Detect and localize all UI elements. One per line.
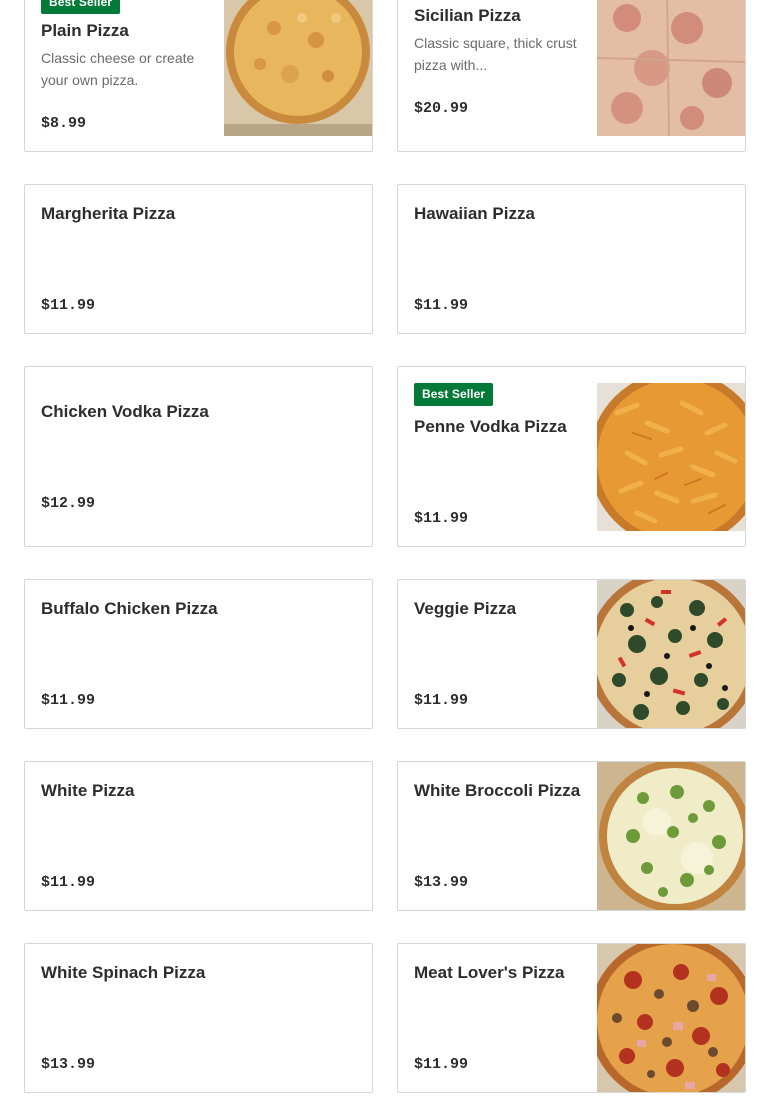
veggie-pizza-photo — [597, 580, 745, 728]
menu-item-name: Penne Vodka Pizza — [414, 417, 567, 436]
menu-item-card-veggie-pizza[interactable]: Veggie Pizza $11.99 — [397, 579, 746, 729]
menu-item-name: White Spinach Pizza — [41, 963, 206, 982]
menu-item-card-white-broccoli-pizza[interactable]: White Broccoli Pizza $13.99 — [397, 761, 746, 911]
menu-item-name: Sicilian Pizza — [414, 6, 521, 25]
menu-item-info: Best Seller Penne Vodka Pizza $11.99 — [414, 367, 580, 546]
menu-item-name: Hawaiian Pizza — [414, 204, 535, 223]
menu-item-price: $13.99 — [414, 874, 469, 891]
menu-item-card-plain-pizza[interactable]: Best Seller Plain Pizza Classic cheese o… — [24, 0, 373, 152]
menu-item-price: $13.99 — [41, 1056, 96, 1073]
menu-item-info: White Pizza $11.99 — [41, 762, 356, 910]
menu-item-card-hawaiian-pizza[interactable]: Hawaiian Pizza $11.99 — [397, 184, 746, 334]
plain-pizza-photo — [224, 0, 372, 136]
penne-vodka-pizza-photo — [597, 383, 745, 531]
menu-item-info: Veggie Pizza $11.99 — [414, 580, 580, 728]
best-seller-badge: Best Seller — [41, 0, 121, 14]
menu-item-name: White Pizza — [41, 781, 135, 800]
menu-item-price: $8.99 — [41, 115, 87, 132]
menu-item-name: Buffalo Chicken Pizza — [41, 599, 218, 618]
menu-item-card-chicken-vodka-pizza[interactable]: Chicken Vodka Pizza $12.99 — [24, 366, 373, 547]
menu-item-name: Margherita Pizza — [41, 204, 176, 223]
menu-item-card-white-pizza[interactable]: White Pizza $11.99 — [24, 761, 373, 911]
menu-item-info: Hawaiian Pizza $11.99 — [414, 185, 729, 333]
menu-item-name: Meat Lover's Pizza — [414, 963, 565, 982]
menu-item-info: Chicken Vodka Pizza $12.99 — [41, 367, 356, 546]
menu-item-name: White Broccoli Pizza — [414, 781, 581, 800]
menu-item-name: Chicken Vodka Pizza — [41, 402, 209, 421]
menu-item-info: White Broccoli Pizza $13.99 — [414, 762, 580, 910]
menu-item-price: $11.99 — [41, 692, 96, 709]
menu-item-card-buffalo-chicken-pizza[interactable]: Buffalo Chicken Pizza $11.99 — [24, 579, 373, 729]
menu-item-card-white-spinach-pizza[interactable]: White Spinach Pizza $13.99 — [24, 943, 373, 1093]
menu-item-info: Margherita Pizza $11.99 — [41, 185, 356, 333]
menu-item-info: Buffalo Chicken Pizza $11.99 — [41, 580, 356, 728]
best-seller-badge: Best Seller — [414, 383, 494, 406]
menu-item-description: Classic cheese or create your own pizza. — [41, 50, 195, 88]
menu-item-name: Plain Pizza — [41, 21, 129, 40]
menu-item-price: $11.99 — [414, 692, 469, 709]
white-broccoli-pizza-photo — [597, 762, 745, 910]
menu-item-price: $12.99 — [41, 495, 96, 512]
menu-item-info: White Spinach Pizza $13.99 — [41, 944, 356, 1092]
menu-item-info: Best Seller Plain Pizza Classic cheese o… — [41, 0, 207, 151]
meat-lovers-pizza-photo — [597, 944, 745, 1092]
menu-item-card-meat-lovers-pizza[interactable]: Meat Lover's Pizza $11.99 — [397, 943, 746, 1093]
menu-item-description: Classic square, thick crust pizza with..… — [414, 35, 577, 73]
menu-item-name: Veggie Pizza — [414, 599, 517, 618]
menu-item-price: $11.99 — [414, 297, 469, 314]
menu-item-info: Sicilian Pizza Classic square, thick cru… — [414, 0, 580, 151]
menu-item-price: $11.99 — [41, 297, 96, 314]
menu-item-price: $11.99 — [414, 510, 469, 527]
menu-item-price: $11.99 — [41, 874, 96, 891]
menu-item-price: $20.99 — [414, 100, 469, 117]
menu-item-info: Meat Lover's Pizza $11.99 — [414, 944, 580, 1092]
sicilian-pizza-photo — [597, 0, 745, 136]
menu-item-card-sicilian-pizza[interactable]: Sicilian Pizza Classic square, thick cru… — [397, 0, 746, 152]
menu-item-price: $11.99 — [414, 1056, 469, 1073]
menu-item-card-margherita-pizza[interactable]: Margherita Pizza $11.99 — [24, 184, 373, 334]
menu-item-card-penne-vodka-pizza[interactable]: Best Seller Penne Vodka Pizza $11.99 — [397, 366, 746, 547]
